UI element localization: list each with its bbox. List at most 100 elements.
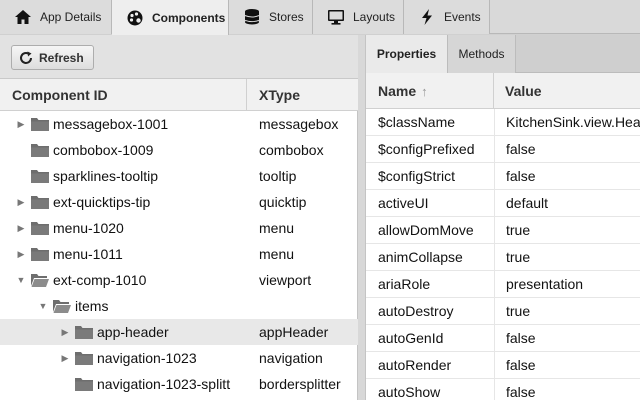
tab-events[interactable]: Events — [404, 0, 490, 34]
tab-properties[interactable]: Properties — [366, 35, 448, 73]
refresh-label: Refresh — [39, 50, 84, 65]
column-header-value[interactable]: Value — [494, 73, 640, 109]
tree-row[interactable]: ▼ ext-comp-1010 viewport — [0, 267, 358, 293]
panel-splitter[interactable] — [358, 35, 366, 400]
expand-arrow-icon[interactable]: ▶ — [16, 249, 26, 259]
folder-open-icon — [53, 300, 71, 313]
xtype-cell: combobox — [259, 142, 324, 158]
component-id-cell: app-header — [97, 324, 169, 340]
collapse-arrow-icon[interactable]: ▼ — [38, 301, 48, 311]
property-name-cell: autoGenId — [378, 330, 444, 346]
property-value-cell[interactable]: true — [494, 243, 640, 271]
tree-row[interactable]: sparklines-tooltip tooltip — [0, 163, 358, 189]
database-icon — [243, 8, 261, 26]
xtype-cell: navigation — [259, 350, 323, 366]
property-row[interactable]: $className KitchenSink.view.Hea — [366, 108, 640, 136]
folder-icon — [31, 222, 49, 235]
tab-label: App Details — [40, 10, 102, 24]
property-value-cell[interactable]: false — [494, 324, 640, 352]
tab-components[interactable]: Components — [112, 0, 229, 35]
property-value-cell[interactable]: true — [494, 216, 640, 244]
component-id-cell: items — [75, 298, 109, 314]
property-name-cell: ariaRole — [378, 276, 431, 292]
expand-arrow-icon[interactable]: ▶ — [16, 119, 26, 129]
xtype-cell: quicktip — [259, 194, 307, 210]
folder-icon — [31, 170, 49, 183]
property-value-cell[interactable]: true — [494, 297, 640, 325]
property-value-cell[interactable]: false — [494, 378, 640, 400]
tree-row[interactable]: ▶ ext-quicktips-tip quicktip — [0, 189, 358, 215]
component-id-cell: combobox-1009 — [53, 142, 154, 158]
property-row[interactable]: $configPrefixed false — [366, 135, 640, 163]
tree-row[interactable]: navigation-1023-splitt bordersplitter — [0, 371, 358, 397]
folder-icon — [31, 196, 49, 209]
property-row[interactable]: animCollapse true — [366, 243, 640, 271]
xtype-cell: messagebox — [259, 116, 339, 132]
name-header-label: Name — [378, 83, 417, 99]
inspector-panel: Properties Methods Name ↑ Value $classNa… — [366, 35, 640, 400]
tree-row[interactable]: ▶ navigation-1023 navigation — [0, 345, 358, 371]
left-toolbar: Refresh — [0, 35, 358, 79]
tab-methods[interactable]: Methods — [448, 35, 516, 73]
column-header-xtype[interactable]: XType — [247, 79, 358, 111]
folder-icon — [31, 248, 49, 261]
expand-arrow-icon[interactable]: ▶ — [16, 223, 26, 233]
property-row[interactable]: activeUI default — [366, 189, 640, 217]
xtype-cell: menu — [259, 220, 295, 236]
property-value-cell[interactable]: false — [494, 135, 640, 163]
properties-grid-header: Name ↑ Value — [366, 73, 640, 109]
property-row[interactable]: autoDestroy true — [366, 297, 640, 325]
property-row[interactable]: ariaRole presentation — [366, 270, 640, 298]
property-row[interactable]: autoShow false — [366, 378, 640, 400]
column-header-name[interactable]: Name ↑ — [366, 73, 494, 109]
property-row[interactable]: autoRender false — [366, 351, 640, 379]
xtype-cell: viewport — [259, 272, 312, 288]
property-value-cell[interactable]: false — [494, 162, 640, 190]
property-value-cell[interactable]: false — [494, 351, 640, 379]
tree-row[interactable]: combobox-1009 combobox — [0, 137, 358, 163]
expand-arrow-icon[interactable]: ▶ — [16, 197, 26, 207]
folder-open-icon — [31, 274, 49, 287]
top-tab-bar: App Details Components Stores Layouts Ev… — [0, 0, 640, 35]
property-name-cell: $configPrefixed — [378, 141, 475, 157]
property-value-cell[interactable]: default — [494, 189, 640, 217]
tab-label: Components — [152, 10, 226, 25]
refresh-icon — [20, 51, 32, 64]
property-name-cell: autoShow — [378, 384, 441, 400]
column-header-component-id[interactable]: Component ID — [0, 79, 247, 111]
expand-arrow-icon[interactable]: ▶ — [60, 353, 70, 363]
property-name-cell: $className — [378, 114, 456, 130]
refresh-button[interactable]: Refresh — [11, 45, 94, 70]
tab-layouts[interactable]: Layouts — [313, 0, 404, 34]
property-name-cell: $configStrict — [378, 168, 456, 184]
home-icon — [14, 8, 32, 26]
tree-row[interactable]: ▶ app-header appHeader — [0, 319, 358, 345]
property-row[interactable]: autoGenId false — [366, 324, 640, 352]
palette-icon — [126, 9, 144, 27]
tab-label: Events — [444, 10, 481, 24]
expand-arrow-icon[interactable]: ▶ — [60, 327, 70, 337]
property-name-cell: autoRender — [378, 357, 452, 373]
component-id-cell: navigation-1023-splitt — [97, 376, 231, 392]
tree-row[interactable]: ▼ items — [0, 293, 358, 319]
collapse-arrow-icon[interactable]: ▼ — [16, 275, 26, 285]
property-row[interactable]: allowDomMove true — [366, 216, 640, 244]
component-id-cell: ext-comp-1010 — [53, 272, 147, 288]
component-id-cell: menu-1011 — [53, 246, 123, 262]
folder-icon — [31, 118, 49, 131]
property-value-cell[interactable]: KitchenSink.view.Hea — [494, 108, 640, 136]
tab-label: Stores — [269, 10, 304, 24]
property-row[interactable]: $configStrict false — [366, 162, 640, 190]
tree-row[interactable]: ▶ menu-1020 menu — [0, 215, 358, 241]
tree-row[interactable]: ▶ menu-1011 menu — [0, 241, 358, 267]
folder-icon — [31, 144, 49, 157]
component-id-cell: ext-quicktips-tip — [53, 194, 151, 210]
property-value-cell[interactable]: presentation — [494, 270, 640, 298]
property-name-cell: animCollapse — [378, 249, 463, 265]
tab-app-details[interactable]: App Details — [0, 0, 112, 34]
tab-label: Layouts — [353, 10, 396, 24]
xtype-cell: tooltip — [259, 168, 297, 184]
monitor-icon — [327, 8, 345, 26]
tab-stores[interactable]: Stores — [229, 0, 313, 34]
tree-row[interactable]: ▶ messagebox-1001 messagebox — [0, 111, 358, 137]
